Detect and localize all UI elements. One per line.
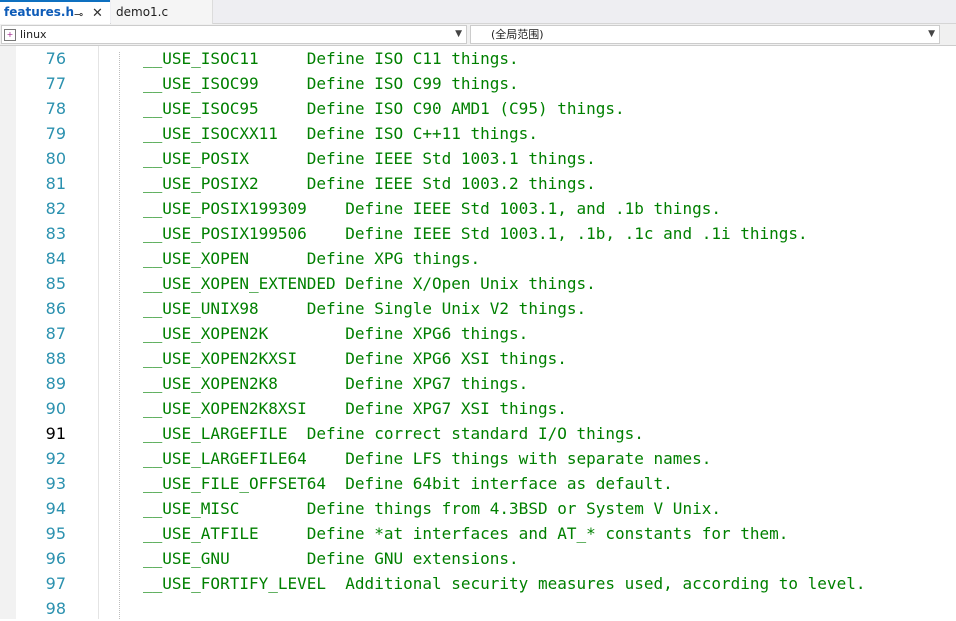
line-number: 95 (45, 524, 66, 543)
tab-label: demo1.c (116, 5, 169, 19)
line-number: 84 (45, 249, 66, 268)
code-editor[interactable]: 76 __USE_ISOC11 Define ISO C11 things. 77 _… (0, 46, 956, 619)
line-number: 98 (45, 599, 66, 618)
glyph-margin[interactable] (0, 46, 16, 619)
code-line[interactable]: __USE_FORTIFY_LEVEL Additional security … (143, 571, 865, 596)
code-line[interactable]: __USE_XOPEN2K Define XPG6 things. (143, 321, 528, 346)
tab-bar: features.h ⊸ ✕ demo1.c (0, 0, 956, 24)
outline-margin (98, 46, 99, 619)
code-line[interactable]: __USE_LARGEFILE Define correct standard … (143, 421, 644, 446)
pin-icon[interactable]: ⊸ (74, 5, 83, 25)
code-line[interactable]: __USE_POSIX199506 Define IEEE Std 1003.1… (143, 221, 808, 246)
navigation-bar: + linux ▼ (全局范围) ▼ (0, 24, 956, 46)
code-line[interactable]: __USE_POSIX Define IEEE Std 1003.1 thing… (143, 146, 596, 171)
line-number: 81 (45, 174, 66, 193)
code-line[interactable]: __USE_ATFILE Define *at interfaces and A… (143, 521, 788, 546)
line-number: 96 (45, 549, 66, 568)
code-line[interactable]: __USE_XOPEN2K8XSI Define XPG7 XSI things… (143, 396, 567, 421)
code-line[interactable]: __USE_POSIX2 Define IEEE Std 1003.2 thin… (143, 171, 596, 196)
line-number: 76 (45, 49, 66, 68)
line-number: 88 (45, 349, 66, 368)
code-line[interactable]: __USE_ISOCXX11 Define ISO C++11 things. (143, 121, 538, 146)
line-number: 78 (45, 99, 66, 118)
scope-dropdown-value: (全局范围) (491, 28, 544, 41)
code-line[interactable]: __USE_ISOC95 Define ISO C90 AMD1 (C95) t… (143, 96, 625, 121)
code-line[interactable]: __USE_POSIX199309 Define IEEE Std 1003.1… (143, 196, 721, 221)
line-number: 86 (45, 299, 66, 318)
line-number: 82 (45, 199, 66, 218)
code-line[interactable]: __USE_XOPEN2KXSI Define XPG6 XSI things. (143, 346, 567, 371)
line-number: 79 (45, 124, 66, 143)
line-number: 97 (45, 574, 66, 593)
project-icon: + (4, 29, 16, 41)
code-line[interactable]: __USE_XOPEN Define XPG things. (143, 246, 480, 271)
line-number: 85 (45, 274, 66, 293)
line-number: 77 (45, 74, 66, 93)
indent-guide (119, 52, 120, 619)
line-number: 89 (45, 374, 66, 393)
line-number: 94 (45, 499, 66, 518)
chevron-down-icon[interactable]: ▼ (928, 26, 935, 43)
code-line[interactable]: __USE_UNIX98 Define Single Unix V2 thing… (143, 296, 586, 321)
code-line[interactable]: __USE_FILE_OFFSET64 Define 64bit interfa… (143, 471, 673, 496)
code-line[interactable]: __USE_LARGEFILE64 Define LFS things with… (143, 446, 711, 471)
tab-features-h[interactable]: features.h ⊸ ✕ (0, 0, 110, 24)
scope-dropdown[interactable]: (全局范围) ▼ (470, 25, 940, 44)
tab-demo1-c[interactable]: demo1.c (111, 0, 213, 24)
project-dropdown[interactable]: + linux ▼ (1, 25, 467, 44)
line-number: 83 (45, 224, 66, 243)
code-line[interactable]: __USE_MISC Define things from 4.3BSD or … (143, 496, 721, 521)
line-number: 92 (45, 449, 66, 468)
code-line[interactable]: __USE_XOPEN2K8 Define XPG7 things. (143, 371, 528, 396)
close-icon[interactable]: ✕ (92, 4, 103, 24)
code-line[interactable]: __USE_ISOC11 Define ISO C11 things. (143, 46, 519, 71)
line-number: 91 (45, 424, 66, 443)
project-dropdown-value: linux (20, 28, 47, 41)
tab-label: features.h (4, 5, 75, 19)
line-number: 93 (45, 474, 66, 493)
code-line[interactable]: __USE_GNU Define GNU extensions. (143, 546, 519, 571)
code-line[interactable]: __USE_ISOC99 Define ISO C99 things. (143, 71, 519, 96)
line-number: 90 (45, 399, 66, 418)
code-line[interactable]: __USE_XOPEN_EXTENDED Define X/Open Unix … (143, 271, 596, 296)
chevron-down-icon[interactable]: ▼ (455, 26, 462, 43)
line-number: 87 (45, 324, 66, 343)
line-number: 80 (45, 149, 66, 168)
